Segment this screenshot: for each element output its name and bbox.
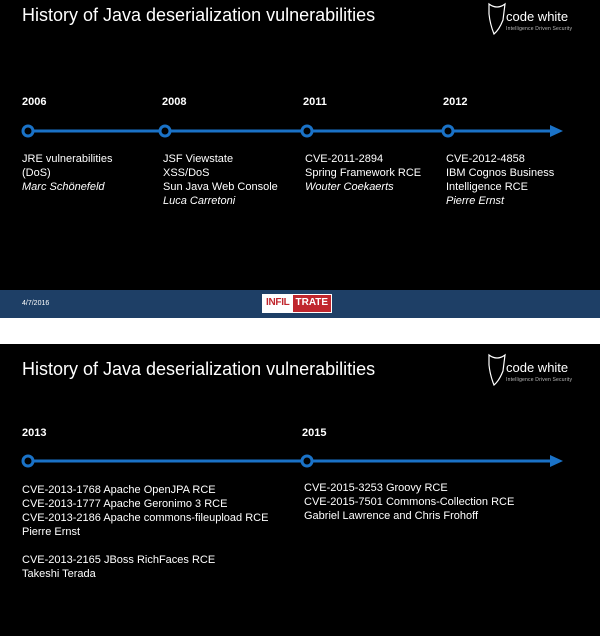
logo-tagline: Intelligence Driven Security bbox=[506, 377, 573, 383]
entry-author: Marc Schönefeld bbox=[22, 181, 105, 193]
slide-1: History of Java deserialization vulnerab… bbox=[0, 0, 600, 318]
entry-line: JRE vulnerabilities bbox=[22, 153, 113, 165]
shield-icon bbox=[488, 353, 506, 386]
year-label: 2006 bbox=[22, 96, 47, 108]
slide-footer: 4/7/2016 INFIL TRATE bbox=[0, 290, 600, 318]
code-white-logo: code white Intelligence Driven Security bbox=[486, 2, 586, 42]
timeline-entry: CVE-2015-3253 Groovy RCE CVE-2015-7501 C… bbox=[304, 481, 514, 523]
slide-title: History of Java deserialization vulnerab… bbox=[22, 359, 376, 379]
entry-line: XSS/DoS bbox=[163, 167, 210, 179]
timeline-node bbox=[300, 454, 314, 468]
entry-line: Gabriel Lawrence and Chris Frohoff bbox=[304, 510, 479, 522]
entry-line: IBM Cognos Business bbox=[446, 167, 555, 179]
entry-line: CVE-2013-1768 Apache OpenJPA RCE bbox=[22, 484, 216, 496]
timeline-entry: CVE-2013-2165 JBoss RichFaces RCE Takesh… bbox=[22, 553, 215, 581]
timeline-entry: CVE-2012-4858 IBM Cognos Business Intell… bbox=[446, 152, 554, 208]
timeline-node bbox=[158, 124, 172, 138]
year-label: 2008 bbox=[162, 96, 187, 108]
timeline-node bbox=[441, 124, 455, 138]
brand-part-b: TRATE bbox=[292, 295, 332, 312]
timeline-node bbox=[21, 124, 35, 138]
year-label: 2012 bbox=[443, 96, 468, 108]
timeline-entry: CVE-2011-2894 Spring Framework RCE Woute… bbox=[305, 152, 421, 194]
brand-part-a: INFIL bbox=[263, 295, 293, 312]
entry-line: CVE-2013-2186 Apache commons-fileupload … bbox=[22, 512, 269, 524]
timeline-entry: JSF Viewstate XSS/DoS Sun Java Web Conso… bbox=[163, 152, 278, 208]
slide-2: History of Java deserialization vulnerab… bbox=[0, 344, 600, 636]
code-white-logo: code white Intelligence Driven Security bbox=[486, 353, 586, 393]
entry-author: Luca Carretoni bbox=[163, 195, 236, 207]
entry-line: (DoS) bbox=[22, 167, 51, 179]
entry-line: CVE-2015-7501 Commons-Collection RCE bbox=[304, 496, 515, 508]
entry-line: Intelligence RCE bbox=[446, 181, 528, 193]
entry-line: Spring Framework RCE bbox=[305, 167, 422, 179]
year-label: 2011 bbox=[303, 96, 327, 108]
timeline-entry: JRE vulnerabilities (DoS) Marc Schönefel… bbox=[22, 152, 112, 194]
entry-line: Takeshi Terada bbox=[22, 568, 96, 580]
entry-line: JSF Viewstate bbox=[163, 153, 234, 165]
timeline-node bbox=[300, 124, 314, 138]
entry-author: Wouter Coekaerts bbox=[305, 181, 394, 193]
entry-author: Pierre Ernst bbox=[446, 195, 505, 207]
entry-line: CVE-2013-1777 Apache Geronimo 3 RCE bbox=[22, 498, 228, 510]
footer-date: 4/7/2016 bbox=[22, 300, 50, 307]
year-label: 2013 bbox=[22, 427, 47, 439]
logo-name: code white bbox=[506, 9, 569, 24]
entry-line: Pierre Ernst bbox=[22, 526, 81, 538]
timeline-entry: CVE-2013-1768 Apache OpenJPA RCE CVE-201… bbox=[22, 483, 268, 539]
timeline-arrow bbox=[21, 454, 563, 468]
entry-line: CVE-2011-2894 bbox=[305, 153, 384, 165]
slide-title: History of Java deserialization vulnerab… bbox=[22, 5, 376, 25]
entry-line: CVE-2013-2165 JBoss RichFaces RCE bbox=[22, 554, 216, 566]
entry-line: CVE-2012-4858 bbox=[446, 153, 525, 165]
logo-name: code white bbox=[506, 360, 569, 375]
infiltrate-logo: INFIL TRATE bbox=[262, 294, 333, 313]
logo-tagline: Intelligence Driven Security bbox=[506, 26, 573, 32]
year-label: 2015 bbox=[302, 427, 327, 439]
timeline-node bbox=[21, 454, 35, 468]
timeline-arrow bbox=[21, 124, 563, 138]
entry-line: Sun Java Web Console bbox=[163, 181, 278, 193]
shield-icon bbox=[488, 2, 506, 35]
entry-line: CVE-2015-3253 Groovy RCE bbox=[304, 482, 448, 494]
